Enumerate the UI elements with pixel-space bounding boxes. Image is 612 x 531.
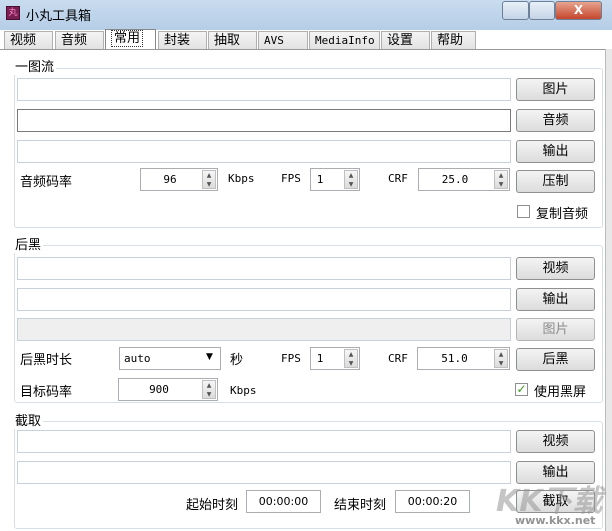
- tab-help[interactable]: 帮助: [431, 31, 476, 49]
- tab-avs[interactable]: AVS: [258, 31, 308, 49]
- spinner-arrows-icon[interactable]: ▲ ▼: [494, 349, 508, 368]
- kbps-unit: Kbps: [230, 384, 257, 397]
- window-border: [605, 49, 612, 531]
- target-bitrate-label: 目标码率: [20, 385, 73, 400]
- tab-extract[interactable]: 抽取: [208, 31, 257, 49]
- black-button[interactable]: 后黑: [516, 348, 595, 371]
- crf-label: CRF: [388, 172, 408, 185]
- tab-label: 常用: [111, 30, 144, 47]
- video-button[interactable]: 视频: [516, 257, 595, 280]
- clip-video-input[interactable]: [17, 430, 511, 453]
- image-button: 图片: [516, 318, 595, 341]
- image-button[interactable]: 图片: [516, 78, 595, 101]
- spinner-arrows-icon[interactable]: ▲ ▼: [494, 170, 508, 189]
- kbps-unit: Kbps: [228, 172, 255, 185]
- app-icon: 丸: [6, 6, 20, 20]
- image-path-input[interactable]: [17, 78, 511, 101]
- spinner-arrows-icon[interactable]: ▲ ▼: [202, 170, 216, 189]
- use-black-label: 使用黑屏: [534, 385, 587, 400]
- tab-settings[interactable]: 设置: [381, 31, 430, 49]
- output-button[interactable]: 输出: [516, 140, 595, 163]
- clip-output-input[interactable]: [17, 461, 511, 484]
- black-output-input[interactable]: [17, 288, 511, 311]
- spinner-arrows-icon[interactable]: ▲ ▼: [344, 170, 358, 189]
- watermark-url: www.kkx.net: [515, 514, 596, 527]
- window-title: 小丸工具箱: [26, 9, 92, 24]
- start-time-input[interactable]: 00:00:00: [246, 490, 321, 513]
- audio-path-input[interactable]: [17, 109, 511, 132]
- copy-audio-checkbox[interactable]: [517, 205, 530, 218]
- chevron-down-icon[interactable]: ▼: [206, 352, 213, 362]
- tab-common[interactable]: 常用: [105, 29, 156, 50]
- close-icon[interactable]: X: [555, 1, 602, 20]
- tab-mux[interactable]: 封装: [158, 31, 207, 49]
- duration-label: 后黑时长: [20, 353, 73, 368]
- clip-title: 截取: [13, 410, 44, 429]
- black-title: 后黑: [13, 234, 44, 253]
- crf-label: CRF: [388, 352, 408, 365]
- use-black-checkbox[interactable]: ✓: [515, 383, 528, 396]
- audio-button[interactable]: 音频: [516, 109, 595, 132]
- output-path-input[interactable]: [17, 140, 511, 163]
- end-time-label: 结束时刻: [334, 498, 387, 513]
- tab-video[interactable]: 视频: [4, 31, 53, 49]
- black-image-input: [17, 318, 511, 341]
- copy-audio-label: 复制音频: [536, 207, 589, 222]
- tab-divider: [0, 49, 606, 50]
- encode-button[interactable]: 压制: [516, 170, 595, 193]
- fps-label: FPS: [281, 172, 301, 185]
- minimize-icon[interactable]: [502, 1, 529, 20]
- one-image-title: 一图流: [13, 56, 57, 75]
- spinner-arrows-icon[interactable]: ▲ ▼: [344, 349, 358, 368]
- black-video-input[interactable]: [17, 257, 511, 280]
- output-button[interactable]: 输出: [516, 288, 595, 311]
- fps-label: FPS: [281, 352, 301, 365]
- audio-bitrate-label: 音频码率: [20, 175, 73, 190]
- start-time-label: 起始时刻: [186, 498, 239, 513]
- maximize-icon[interactable]: [529, 1, 555, 20]
- end-time-input[interactable]: 00:00:20: [395, 490, 470, 513]
- tab-audio[interactable]: 音频: [55, 31, 104, 49]
- spinner-arrows-icon[interactable]: ▲ ▼: [202, 380, 216, 399]
- tab-mediainfo[interactable]: MediaInfo: [309, 31, 380, 49]
- video-button[interactable]: 视频: [516, 430, 595, 453]
- seconds-unit: 秒: [230, 353, 244, 368]
